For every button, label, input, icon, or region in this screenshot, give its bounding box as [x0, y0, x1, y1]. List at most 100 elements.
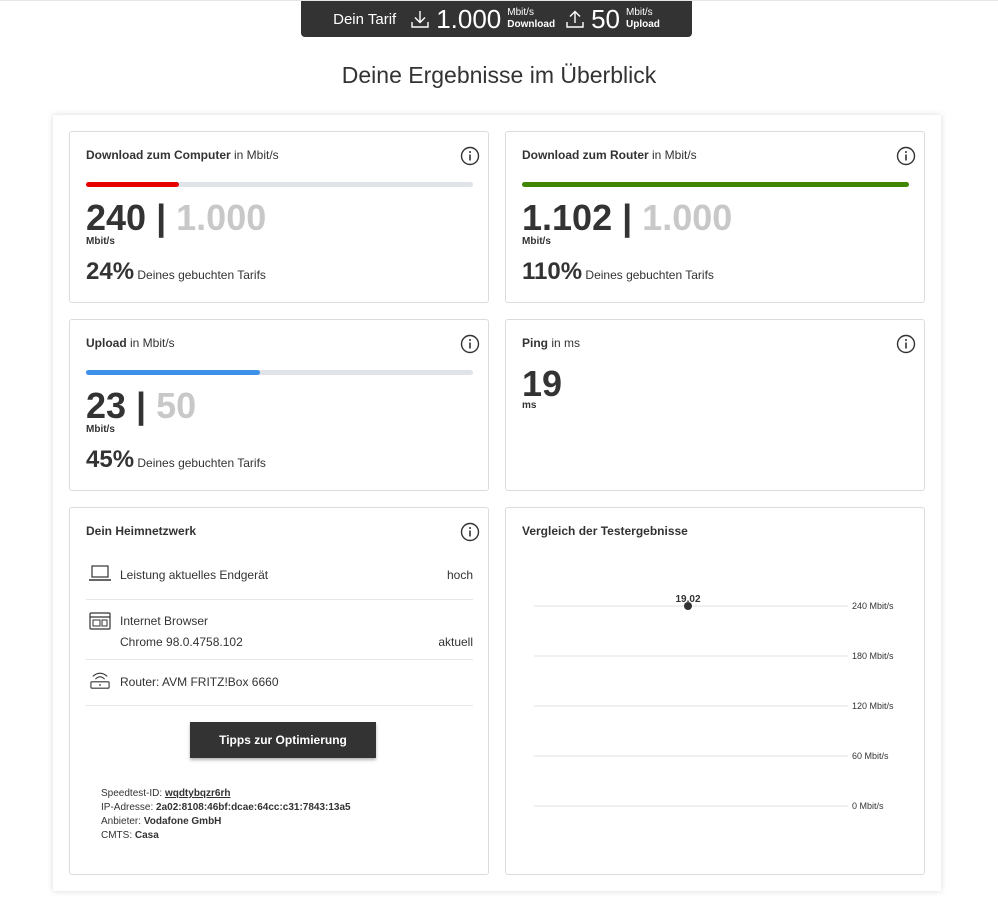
browser-icon: [89, 612, 111, 630]
progress-fill: [522, 182, 909, 187]
tarif-label: Dein Tarif: [333, 10, 397, 28]
card-title-main: Download zum Router: [522, 148, 649, 162]
card-title-main: Ping: [522, 336, 548, 350]
info-icon[interactable]: [896, 334, 916, 354]
speed-unit: Mbit/s: [522, 236, 551, 247]
progress-track: [522, 182, 909, 187]
tarif-download-label: Download: [507, 19, 556, 30]
speed-value: 240 | 1.000: [86, 198, 266, 238]
card-title-unit: in Mbit/s: [126, 336, 175, 350]
comparison-chart: 240 Mbit/s 180 Mbit/s 120 Mbit/s 60 Mbit/s 0…: [534, 594, 894, 811]
router-row: Router: AVM FRITZ!Box 6660: [86, 660, 473, 706]
chart-point-label: 19.02: [675, 594, 700, 605]
booked-value: 1.000: [642, 197, 733, 238]
page-title: Deine Ergebnisse im Überblick: [341, 62, 657, 88]
value-separator: |: [126, 385, 157, 426]
progress-track: [86, 370, 473, 375]
provider-value: Vodafone GmbH: [143, 816, 222, 827]
laptop-icon: [89, 565, 111, 581]
progress-fill: [86, 182, 179, 187]
tarif-bar: Dein Tarif 1.000 Mbit/s Download 50 Mbit…: [301, 1, 692, 37]
measured-value: 23: [86, 385, 127, 426]
browser-row: Internet Browser Chrome 98.0.4758.102 ak…: [86, 600, 473, 660]
speedtest-id-row: Speedtest-ID: wqdtybqzr6rh: [101, 787, 351, 801]
chart-tick-label: 180 Mbit/s: [852, 651, 894, 661]
card-title: Download zum Computer in Mbit/s: [86, 148, 279, 162]
tarif-upload-units: Mbit/s Upload: [626, 7, 660, 31]
speed-value: 1.102 | 1.000: [522, 198, 732, 238]
provider-label: Anbieter:: [101, 816, 142, 827]
progress-fill: [86, 370, 261, 375]
booked-value: 50: [156, 385, 197, 426]
tarif-download-value: 1.000: [436, 4, 502, 34]
info-icon[interactable]: [460, 334, 480, 354]
browser-value: aktuell: [438, 635, 473, 649]
device-row: Leistung aktuelles Endgerät hoch: [86, 552, 473, 600]
card-title-main: Dein Heimnetzwerk: [86, 524, 197, 538]
card-title-unit: in ms: [548, 336, 581, 350]
progress-track: [86, 182, 473, 187]
percent-row: 24% Deines gebuchten Tarifs: [86, 258, 266, 286]
speedtest-id-label: Speedtest-ID:: [101, 788, 163, 799]
cmts-label: CMTS:: [101, 830, 133, 841]
ping-card: Ping in ms 19 ms: [505, 319, 925, 491]
tarif-download: 1.000 Mbit/s Download: [410, 6, 555, 32]
percent-value: 24%: [86, 258, 135, 285]
card-title: Dein Heimnetzwerk: [86, 524, 196, 538]
percent-row: 45% Deines gebuchten Tarifs: [86, 446, 266, 474]
upload-icon: [566, 10, 584, 28]
percent-value: 110%: [522, 258, 583, 285]
vergleich-card: Vergleich der Testergebnisse 240 Mbit/s 1…: [505, 507, 925, 875]
card-title-unit: in Mbit/s: [230, 148, 279, 162]
percent-row: 110% Deines gebuchten Tarifs: [522, 258, 714, 286]
download-icon: [411, 11, 429, 28]
heimnetz-card: Dein Heimnetzwerk Leistung aktuelles End…: [69, 507, 489, 875]
ip-value: 2a02:8108:46bf:dcae:64cc:c31:7843:13a5: [156, 802, 351, 813]
measured-value: 240: [86, 197, 147, 238]
card-title: Upload in Mbit/s: [86, 336, 175, 350]
provider-row: Anbieter: Vodafone GmbH: [101, 815, 351, 829]
device-label: Leistung aktuelles Endgerät: [120, 568, 269, 582]
measured-value: 1.102: [522, 197, 613, 238]
tips-optimierung-button[interactable]: Tipps zur Optimierung: [190, 722, 376, 758]
tarif-download-unit: Mbit/s: [507, 7, 534, 18]
cmts-row: CMTS: Casa: [101, 829, 351, 843]
router-icon: [90, 672, 110, 689]
speedtest-id-value[interactable]: wqdtybqzr6rh: [165, 788, 231, 799]
chart-tick-label: 0 Mbit/s: [852, 801, 884, 811]
tarif-download-units: Mbit/s Download: [507, 7, 555, 31]
router-label: Router: AVM FRITZ!Box 6660: [120, 675, 279, 689]
percent-value: 45%: [86, 446, 135, 473]
ip-row: IP-Adresse: 2a02:8108:46bf:dcae:64cc:c31…: [101, 801, 351, 815]
tarif-upload: 50 Mbit/s Upload: [565, 6, 660, 32]
card-title-unit: in Mbit/s: [648, 148, 697, 162]
cmts-value: Casa: [134, 830, 159, 841]
tarif-upload-value: 50: [591, 4, 620, 34]
booked-value: 1.000: [176, 197, 267, 238]
info-icon[interactable]: [896, 146, 916, 166]
ping-value: 19: [522, 363, 563, 404]
value-separator: |: [612, 197, 643, 238]
download-router-card: Download zum Router in Mbit/s 1.102 | 1.…: [505, 131, 925, 303]
browser-label: Internet Browser: [120, 614, 209, 628]
percent-text: Deines gebuchten Tarifs: [582, 268, 714, 282]
card-title-main: Download zum Computer: [86, 148, 231, 162]
percent-text: Deines gebuchten Tarifs: [134, 268, 266, 282]
chart-tick-label: 120 Mbit/s: [852, 701, 894, 711]
tarif-upload-unit: Mbit/s: [625, 7, 653, 18]
upload-card: Upload in Mbit/s 23 | 50 Mbit/s 45% Dein…: [69, 319, 489, 491]
chart-tick-label: 240 Mbit/s: [852, 601, 894, 611]
info-icon[interactable]: [460, 522, 480, 542]
info-icon[interactable]: [460, 146, 480, 166]
card-title: Ping in ms: [522, 336, 580, 350]
chart-tick-label: 60 Mbit/s: [852, 751, 889, 761]
card-title-main: Upload: [86, 336, 127, 350]
card-title: Download zum Router in Mbit/s: [522, 148, 697, 162]
download-computer-card: Download zum Computer in Mbit/s 240 | 1.…: [69, 131, 489, 303]
ip-label: IP-Adresse:: [101, 802, 154, 813]
ping-unit: ms: [522, 400, 537, 411]
browser-version: Chrome 98.0.4758.102: [120, 635, 243, 649]
device-value: hoch: [446, 568, 473, 582]
speed-value: 23 | 50: [86, 386, 196, 426]
speed-unit: Mbit/s: [86, 236, 115, 247]
